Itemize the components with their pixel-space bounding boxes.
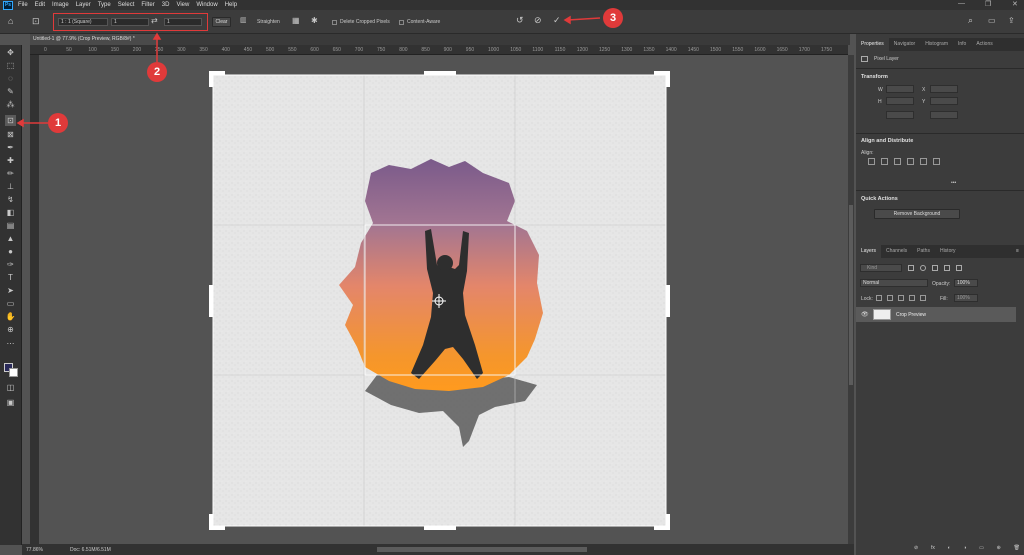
- tab-layers[interactable]: Layers: [856, 245, 882, 258]
- layer-filter-icons[interactable]: [908, 265, 974, 272]
- opacity-input[interactable]: 100%: [954, 279, 978, 287]
- annotation-marker-1: 1: [55, 117, 62, 129]
- layer-name[interactable]: Crop Preview: [896, 312, 926, 318]
- new-layer-icon[interactable]: ⊕: [997, 545, 1001, 553]
- lock-buttons[interactable]: [876, 295, 932, 302]
- fx-icon[interactable]: fx: [931, 545, 935, 553]
- align-more-icon[interactable]: •••: [951, 180, 956, 186]
- quick-actions-heading[interactable]: Quick Actions: [861, 196, 898, 202]
- trash-icon[interactable]: 🗑: [1014, 545, 1020, 553]
- transform-x-input[interactable]: [930, 85, 958, 93]
- visibility-eye-icon[interactable]: 👁: [861, 311, 869, 318]
- fill-label: Fill:: [940, 296, 948, 302]
- tf-x-label: X: [922, 87, 926, 93]
- layer-row[interactable]: 👁 Crop Preview: [856, 307, 1016, 322]
- tab-info[interactable]: Info: [953, 38, 971, 51]
- pixel-layer-icon: [861, 56, 868, 62]
- tf-w-label: W: [878, 87, 883, 93]
- group-icon[interactable]: ▭: [979, 545, 984, 553]
- tf-h-label: H: [878, 99, 882, 105]
- annotation-marker-2: 2: [154, 66, 161, 78]
- adjustment-icon[interactable]: ◑: [963, 545, 966, 553]
- fill-input[interactable]: 100%: [954, 294, 978, 302]
- lock-label: Lock:: [861, 296, 873, 302]
- right-panels: Properties Navigator Histogram Info Acti…: [856, 34, 1024, 555]
- layers-bottom-bar: ⊘ fx ◐ ◑ ▭ ⊕ 🗑: [914, 545, 1020, 553]
- align-heading[interactable]: Align and Distribute: [861, 138, 913, 144]
- tab-properties[interactable]: Properties: [856, 38, 889, 51]
- tab-actions[interactable]: Actions: [971, 38, 997, 51]
- mask-icon[interactable]: ◐: [948, 545, 951, 553]
- align-buttons[interactable]: [868, 158, 960, 166]
- pixel-layer-label: Pixel Layer: [874, 56, 899, 62]
- properties-tabs: Properties Navigator Histogram Info Acti…: [856, 38, 1024, 51]
- transform-h-input[interactable]: [886, 97, 914, 105]
- tab-channels[interactable]: Channels: [881, 245, 912, 258]
- layer-thumbnail: [873, 309, 891, 320]
- transform-w-input[interactable]: [886, 85, 914, 93]
- remove-background-button[interactable]: Remove Background: [874, 209, 960, 219]
- transform-heading[interactable]: Transform: [861, 74, 888, 80]
- panel-menu-icon[interactable]: ≡: [1016, 248, 1019, 254]
- tf-y-label: Y: [922, 99, 926, 105]
- tab-navigator[interactable]: Navigator: [889, 38, 920, 51]
- transform-flip-buttons[interactable]: [930, 111, 958, 119]
- tab-history[interactable]: History: [935, 245, 961, 258]
- align-label: Align:: [861, 150, 874, 156]
- kind-filter-select[interactable]: Kind: [860, 264, 902, 272]
- opacity-label: Opacity:: [932, 281, 951, 287]
- tab-histogram[interactable]: Histogram: [920, 38, 953, 51]
- link-layers-icon[interactable]: ⊘: [914, 545, 918, 553]
- annotation-marker-3: 3: [610, 12, 617, 24]
- transform-angle-input[interactable]: [886, 111, 914, 119]
- transform-y-input[interactable]: [930, 97, 958, 105]
- tab-paths[interactable]: Paths: [912, 245, 935, 258]
- layers-tabs: Layers Channels Paths History: [856, 245, 1024, 258]
- blend-mode-select[interactable]: Normal: [860, 279, 928, 287]
